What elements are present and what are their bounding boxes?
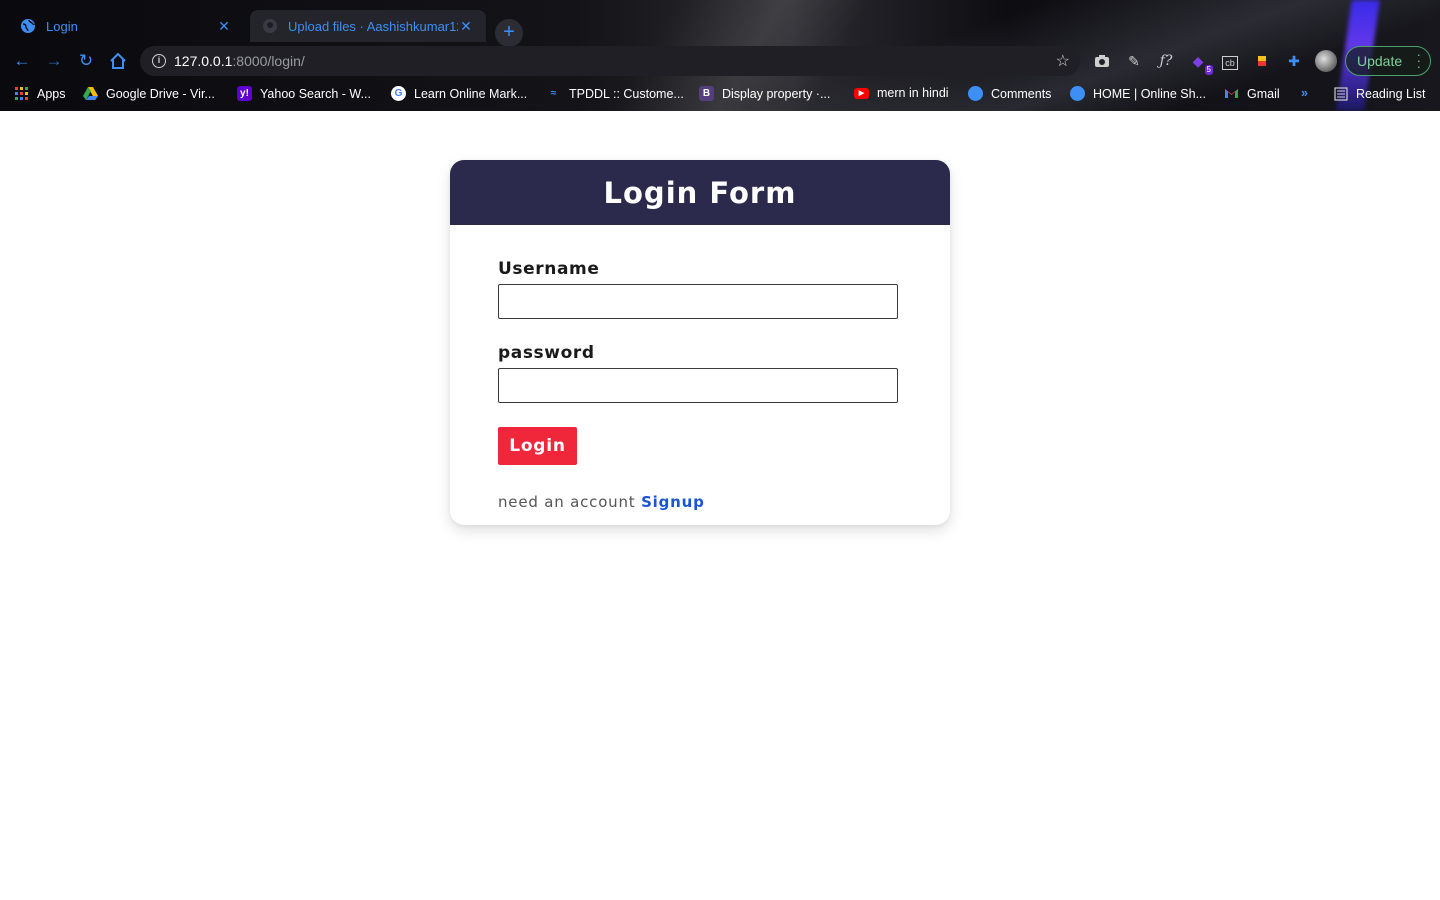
url-path: :8000/login/ — [232, 53, 305, 69]
bookmark-label: Gmail — [1247, 86, 1280, 101]
bookmark-label: Learn Online Mark... — [414, 86, 528, 101]
bookmark-star-icon[interactable]: ☆ — [1056, 51, 1070, 71]
youtube-icon: ▶ — [854, 87, 869, 99]
bookmark-comments[interactable]: Comments — [968, 86, 1051, 101]
globe-icon — [968, 86, 983, 101]
profile-avatar[interactable] — [1315, 50, 1337, 72]
bookmark-learn-online[interactable]: G Learn Online Mark... — [391, 86, 527, 101]
tab-upload-files[interactable]: Upload files · Aashishkumar12… ✕ — [250, 10, 486, 42]
globe-icon — [20, 18, 36, 34]
bookmark-yahoo[interactable]: y! Yahoo Search - W... — [237, 86, 371, 101]
bookmark-apps[interactable]: Apps — [14, 86, 66, 101]
page-content: Login Form Username password Login need … — [0, 111, 1440, 900]
google-icon: G — [391, 86, 406, 101]
github-icon — [262, 18, 278, 34]
close-icon[interactable]: ✕ — [458, 18, 474, 35]
signup-link[interactable]: Signup — [641, 493, 705, 511]
address-bar[interactable]: i 127.0.0.1:8000/login/ ☆ — [140, 46, 1080, 76]
bookmark-mern-in-hindi[interactable]: ▶ mern in hindi — [854, 86, 949, 100]
bookmark-label: mern in hindi — [877, 86, 949, 100]
gmail-icon — [1224, 86, 1239, 101]
bookmark-reading-list[interactable]: Reading List — [1333, 86, 1426, 101]
more-bookmarks-chevron-icon[interactable]: » — [1301, 86, 1308, 100]
google-drive-icon — [83, 86, 98, 101]
globe-icon — [1070, 86, 1085, 101]
back-arrow-icon[interactable]: ← — [10, 49, 34, 73]
password-field[interactable] — [498, 368, 898, 403]
bookmark-label: Comments — [991, 86, 1052, 101]
bookmark-label: Display property ·... — [722, 86, 831, 101]
cb-icon[interactable]: cb — [1219, 50, 1241, 72]
url-host: 127.0.0.1 — [174, 53, 233, 69]
login-form-body: Username password Login need an account … — [450, 225, 950, 511]
apps-grid-icon — [14, 86, 29, 101]
bookmark-gmail[interactable]: Gmail — [1224, 86, 1280, 101]
site-info-icon[interactable]: i — [152, 54, 166, 68]
highlighter-icon[interactable] — [1251, 50, 1273, 72]
bootstrap-icon: B — [699, 86, 714, 101]
tab-title: Login — [46, 18, 78, 34]
password-label: password — [498, 343, 595, 363]
formula-icon[interactable]: ƒ? — [1155, 50, 1177, 72]
update-label: Update — [1357, 53, 1403, 69]
bookmark-label: Google Drive - Vir... — [106, 86, 215, 101]
tab-title: Upload files · Aashishkumar12… — [288, 18, 458, 34]
extension-gem-icon[interactable]: ◆ 5 — [1187, 50, 1213, 75]
browser-chrome: Login ✕ Upload files · Aashishkumar12… ✕… — [0, 0, 1440, 111]
bookmarks-bar: Apps Google Drive - Vir... y! Yahoo Sear… — [0, 82, 1440, 108]
toolbar: ← → ↻ i 127.0.0.1:8000/login/ ☆ ✎ ƒ? ◆ 5… — [0, 44, 1440, 78]
tab-strip: Login ✕ Upload files · Aashishkumar12… ✕… — [0, 8, 1440, 47]
camera-icon[interactable] — [1091, 50, 1113, 72]
username-label: Username — [498, 259, 600, 279]
new-tab-button[interactable]: + — [495, 19, 523, 47]
bookmark-label: Yahoo Search - W... — [260, 86, 371, 101]
color-picker-icon[interactable]: ✎ — [1123, 50, 1145, 72]
bookmark-tpddl[interactable]: ≈ TPDDL :: Custome... — [546, 86, 684, 101]
close-icon[interactable]: ✕ — [216, 18, 232, 35]
tpddl-icon: ≈ — [550, 88, 557, 99]
menu-dots-icon[interactable]: · · · — [1417, 48, 1421, 73]
signup-row: need an account Signup — [498, 493, 902, 511]
signup-prompt: need an account — [498, 493, 636, 511]
bookmark-label: Reading List — [1356, 86, 1426, 101]
bookmark-google-drive[interactable]: Google Drive - Vir... — [83, 86, 215, 101]
reading-list-icon — [1333, 86, 1348, 101]
yahoo-icon: y! — [237, 86, 252, 101]
bookmark-label: TPDDL :: Custome... — [569, 86, 684, 101]
bookmark-home-online-shop[interactable]: HOME | Online Sh... — [1070, 86, 1206, 101]
bookmark-label: HOME | Online Sh... — [1093, 86, 1207, 101]
home-icon[interactable] — [106, 49, 130, 73]
login-button[interactable]: Login — [498, 427, 577, 465]
update-button[interactable]: Update · · · — [1345, 46, 1431, 76]
reload-icon[interactable]: ↻ — [74, 49, 98, 73]
login-card: Login Form Username password Login need … — [450, 160, 950, 525]
login-form-title: Login Form — [450, 160, 950, 225]
bookmark-label: Apps — [37, 86, 66, 101]
username-field[interactable] — [498, 284, 898, 319]
extensions-puzzle-icon[interactable]: ✚ — [1283, 50, 1305, 72]
tab-login[interactable]: Login ✕ — [8, 10, 244, 42]
forward-arrow-icon[interactable]: → — [42, 49, 66, 73]
extension-badge: 5 — [1204, 65, 1213, 75]
bookmark-display-property[interactable]: B Display property ·... — [699, 86, 830, 101]
